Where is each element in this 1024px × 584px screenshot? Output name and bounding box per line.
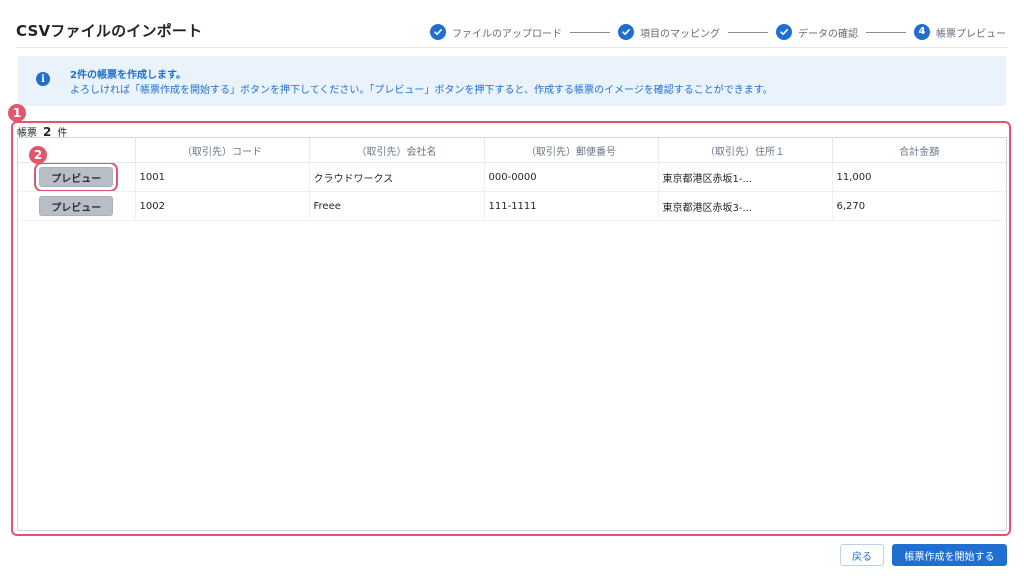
back-button[interactable]: 戻る xyxy=(840,544,884,566)
table-cell-code: 1002 xyxy=(135,191,310,221)
step-number-badge: 4 xyxy=(914,24,930,40)
step-label: ファイルのアップロード xyxy=(452,28,562,40)
table-cell-address: 東京都港区赤坂3-... xyxy=(658,191,833,221)
step-connector xyxy=(570,31,610,33)
table-cell-company: クラウドワークス xyxy=(309,162,485,192)
table-cell-company: Freee xyxy=(309,191,485,221)
info-icon: i xyxy=(36,72,50,86)
column-header-postal: （取引先）郵便番号 xyxy=(484,138,659,163)
table-cell-total: 6,270 xyxy=(832,191,1006,221)
step-data-check: データの確認 xyxy=(776,24,858,40)
annotation-badge-2: 2 xyxy=(29,146,47,164)
start-report-creation-button[interactable]: 帳票作成を開始する xyxy=(892,544,1007,566)
table-cell-code: 1001 xyxy=(135,162,310,192)
column-header-company: （取引先）会社名 xyxy=(309,138,485,163)
column-header-code: （取引先）コード xyxy=(135,138,310,163)
step-connector xyxy=(866,31,906,33)
table-cell-action: プレビュー xyxy=(18,162,136,192)
column-header-address: （取引先）住所１ xyxy=(658,138,833,163)
report-table-container: （取引先）コード （取引先）会社名 （取引先）郵便番号 （取引先）住所１ 合計金… xyxy=(17,137,1007,531)
check-icon xyxy=(618,24,634,40)
table-row: プレビュー 1001 クラウドワークス 000-0000 東京都港区赤坂1-..… xyxy=(18,162,1006,192)
page-title: CSVファイルのインポート xyxy=(16,22,203,40)
report-table: （取引先）コード （取引先）会社名 （取引先）郵便番号 （取引先）住所１ 合計金… xyxy=(18,138,1006,221)
header-divider xyxy=(16,47,1008,48)
csv-import-page: CSVファイルのインポート ファイルのアップロード 項目のマッピング データの確… xyxy=(0,0,1024,584)
step-mapping: 項目のマッピング xyxy=(618,24,720,40)
step-label: データの確認 xyxy=(798,28,858,40)
check-icon xyxy=(430,24,446,40)
table-cell-postal: 000-0000 xyxy=(484,162,659,192)
preview-button[interactable]: プレビュー xyxy=(39,196,114,216)
import-stepper: ファイルのアップロード 項目のマッピング データの確認 4 帳票プレビュー xyxy=(430,22,1006,42)
step-file-upload: ファイルのアップロード xyxy=(430,24,562,40)
step-label: 帳票プレビュー xyxy=(936,28,1006,40)
column-header-total: 合計金額 xyxy=(832,138,1006,163)
info-text: よろしければ「帳票作成を開始する」ボタンを押下してください。「プレビュー」ボタン… xyxy=(70,85,773,96)
step-label: 項目のマッピング xyxy=(640,28,720,40)
table-cell-total: 11,000 xyxy=(832,162,1006,192)
table-cell-postal: 111-1111 xyxy=(484,191,659,221)
check-icon xyxy=(776,24,792,40)
table-cell-action: プレビュー xyxy=(18,191,136,221)
preview-button[interactable]: プレビュー xyxy=(34,162,119,191)
table-header-row: （取引先）コード （取引先）会社名 （取引先）郵便番号 （取引先）住所１ 合計金… xyxy=(18,138,1006,163)
step-connector xyxy=(728,31,768,33)
info-title: 2件の帳票を作成します。 xyxy=(70,70,186,81)
info-callout: i 2件の帳票を作成します。 よろしければ「帳票作成を開始する」ボタンを押下して… xyxy=(18,56,1006,106)
annotation-badge-1: 1 xyxy=(8,104,26,122)
table-row: プレビュー 1002 Freee 111-1111 東京都港区赤坂3-... 6… xyxy=(18,191,1006,221)
table-cell-address: 東京都港区赤坂1-... xyxy=(658,162,833,192)
step-preview: 4 帳票プレビュー xyxy=(914,24,1006,40)
